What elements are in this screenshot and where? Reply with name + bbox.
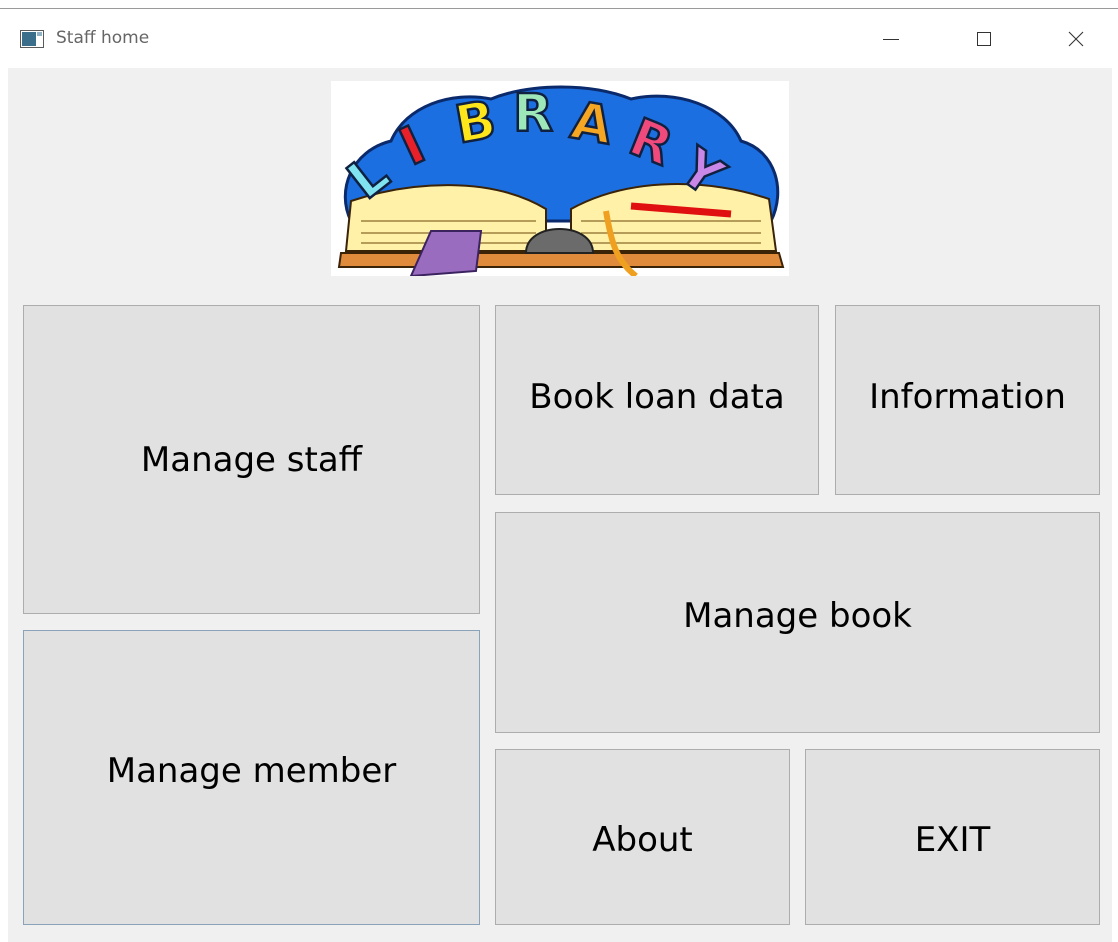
app-window-icon (20, 30, 44, 48)
about-label: About (592, 820, 693, 860)
manage-book-label: Manage book (683, 595, 912, 636)
manage-member-label: Manage member (106, 750, 397, 791)
manage-member-button[interactable]: Manage member (23, 630, 480, 925)
maximize-icon (977, 32, 991, 46)
manage-staff-button[interactable]: Manage staff (23, 305, 480, 614)
exit-button[interactable]: EXIT (805, 749, 1100, 925)
close-button[interactable] (1053, 19, 1099, 59)
exit-label: EXIT (914, 820, 991, 860)
maximize-button[interactable] (961, 19, 1007, 59)
manage-book-button[interactable]: Manage book (495, 512, 1100, 733)
minimize-icon (883, 39, 899, 40)
information-label: Information (869, 377, 1066, 417)
book-loan-data-label: Book loan data (529, 377, 785, 417)
title-bar[interactable]: Staff home (0, 9, 1118, 68)
close-icon (1068, 31, 1084, 47)
library-logo: L I B R A R Y (331, 81, 789, 276)
information-button[interactable]: Information (835, 305, 1100, 495)
window-title: Staff home (56, 28, 150, 48)
minimize-button[interactable] (868, 19, 914, 59)
book-loan-data-button[interactable]: Book loan data (495, 305, 819, 495)
manage-staff-label: Manage staff (140, 439, 363, 480)
about-button[interactable]: About (495, 749, 790, 925)
logo-letter: R (513, 84, 553, 144)
